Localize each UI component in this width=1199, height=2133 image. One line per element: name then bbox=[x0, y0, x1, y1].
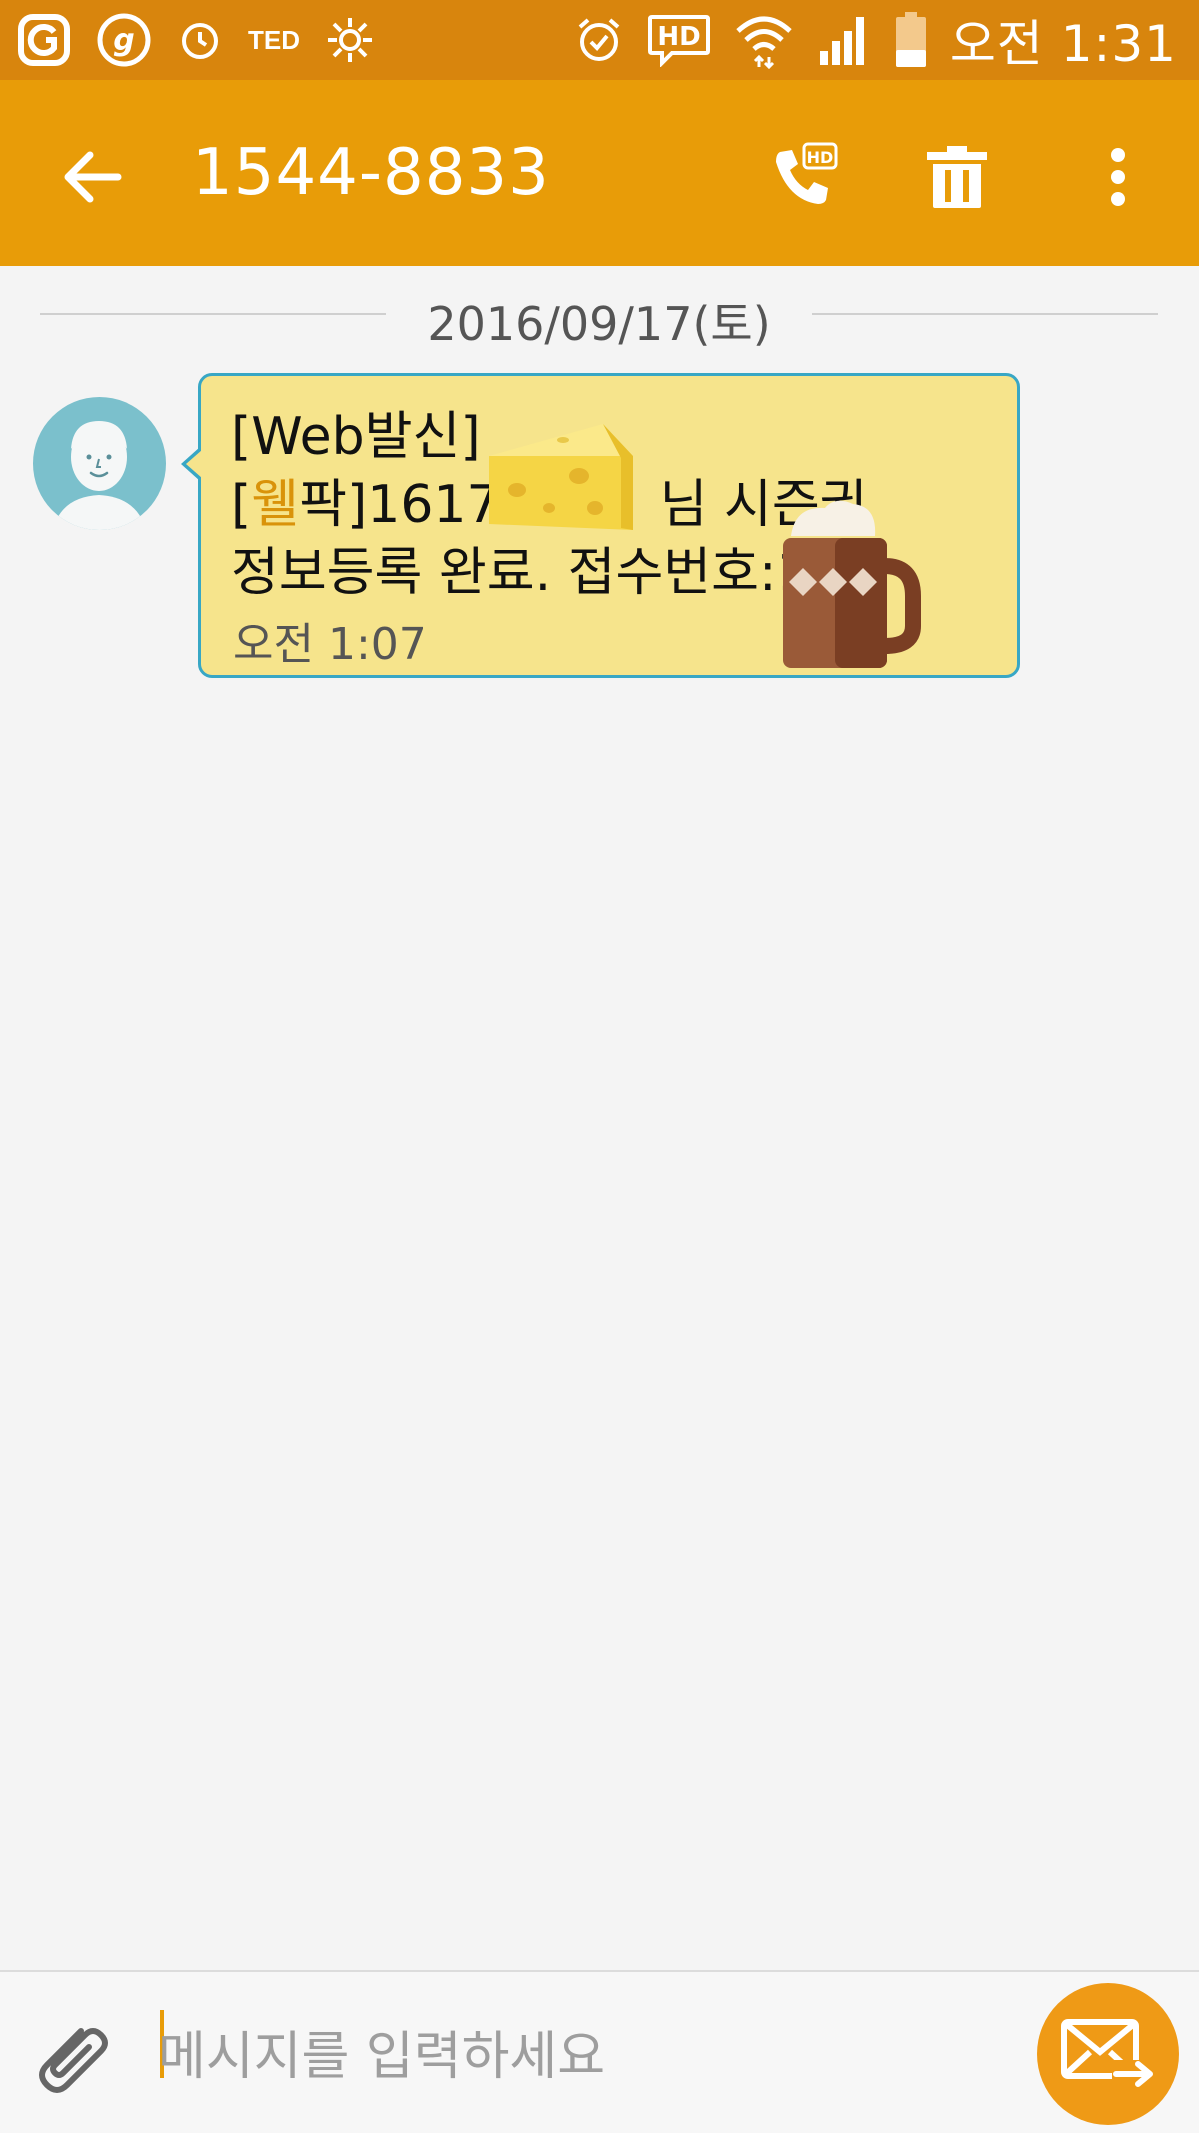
arrow-left-icon bbox=[64, 151, 122, 203]
message-time: 오전 1:07 bbox=[233, 619, 427, 670]
wifi-icon bbox=[734, 11, 794, 69]
hd-voice-icon: HD bbox=[646, 13, 712, 67]
message-line-1: [Web발신] bbox=[231, 407, 481, 467]
status-left-icons: g TED bbox=[18, 10, 374, 70]
attach-button[interactable] bbox=[28, 2012, 118, 2102]
message-highlight: 웰 bbox=[251, 475, 300, 535]
message-input[interactable]: 메시지를 입력하세요 bbox=[158, 2006, 1008, 2087]
alarm-icon bbox=[574, 15, 624, 65]
message-line-3: 정보등록 완료. 접수번호:1 bbox=[231, 543, 810, 603]
more-options-button[interactable] bbox=[1078, 132, 1158, 222]
app-bar: 1544-8833 HD bbox=[0, 80, 1199, 266]
hd-call-button[interactable]: HD bbox=[758, 132, 848, 222]
send-button[interactable] bbox=[1037, 1983, 1179, 2125]
divider-line-right bbox=[812, 313, 1158, 315]
g-circle-icon: g bbox=[96, 12, 152, 68]
cheese-sticker bbox=[489, 424, 633, 530]
message-placeholder: 메시지를 입력하세요 bbox=[158, 2027, 606, 2087]
status-bar: g TED HD 오전 1:31 bbox=[0, 0, 1199, 80]
g-logo-icon bbox=[18, 14, 70, 66]
signal-icon bbox=[816, 13, 872, 67]
paperclip-icon bbox=[39, 2028, 108, 2093]
ted-icon: TED bbox=[248, 24, 300, 55]
message-line-2-rest: 팍]1617 bbox=[299, 475, 500, 535]
message-line-2-prefix: [ bbox=[231, 475, 252, 535]
delete-button[interactable] bbox=[912, 132, 1002, 222]
status-time: 오전 1:31 bbox=[949, 15, 1177, 73]
send-mail-icon bbox=[1061, 2019, 1154, 2087]
svg-text:HD: HD bbox=[657, 22, 700, 52]
back-button[interactable] bbox=[52, 137, 132, 217]
composer-bar: 메시지를 입력하세요 bbox=[0, 1970, 1199, 2133]
status-right-icons: HD 오전 1:31 bbox=[574, 10, 1177, 73]
contact-avatar[interactable] bbox=[33, 397, 166, 530]
date-divider: 2016/09/17(토) bbox=[40, 282, 1158, 351]
svg-text:g: g bbox=[113, 23, 134, 58]
bubble-tail-fill bbox=[186, 450, 202, 478]
mug-sticker bbox=[783, 500, 921, 668]
trash-icon bbox=[927, 146, 987, 208]
alarm-clock-icon bbox=[178, 18, 222, 62]
person-avatar-icon bbox=[53, 421, 146, 530]
message-bubble[interactable]: [Web발신] [웰팍]1617 님 시즌권 정보등록 완료. 접수번호:1 오전… bbox=[198, 373, 1020, 678]
conversation-title: 1544-8833 bbox=[192, 136, 550, 210]
more-vertical-icon bbox=[1111, 148, 1125, 206]
hd-call-icon: HD bbox=[776, 142, 838, 204]
sun-icon bbox=[326, 16, 374, 64]
svg-text:HD: HD bbox=[807, 148, 834, 167]
battery-icon bbox=[894, 12, 928, 68]
date-label: 2016/09/17(토) bbox=[427, 297, 771, 351]
